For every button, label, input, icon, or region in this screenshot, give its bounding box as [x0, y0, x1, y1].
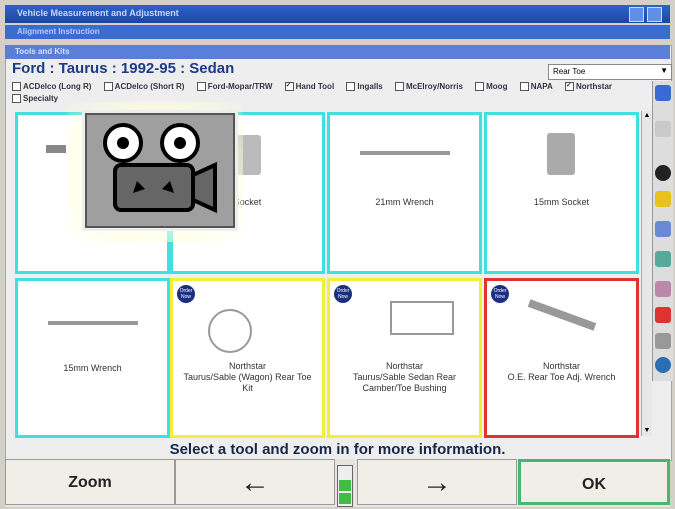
kit-image [208, 309, 252, 353]
tool-tile-5[interactable]: 15mm Wrench [15, 278, 170, 438]
tools-icon[interactable] [655, 333, 671, 349]
filter-ingalls[interactable]: Ingalls [346, 81, 383, 93]
filter-ford-mopar[interactable]: Ford-Mopar/TRW [196, 81, 272, 93]
checkbox[interactable] [12, 94, 21, 104]
tool-tile-6[interactable]: Order Now Northstar Taurus/Sable (Wagon)… [170, 278, 325, 438]
checkbox[interactable] [196, 82, 206, 92]
checkbox[interactable] [519, 82, 529, 92]
scroll-down-icon[interactable]: ▼ [642, 426, 652, 436]
globe-icon[interactable] [655, 357, 671, 373]
filter-hand-tool[interactable]: Hand Tool [284, 81, 334, 93]
vehicle-label: Ford : Taurus : 1992-95 : Sedan [12, 60, 235, 77]
bushing-image [390, 301, 454, 335]
checkbox[interactable] [12, 82, 21, 92]
tool-image [46, 145, 66, 153]
wrench-image [360, 151, 450, 155]
checkbox[interactable] [346, 82, 356, 92]
right-toolbar [652, 81, 673, 381]
section-title: Tools and Kits [15, 47, 70, 56]
tool-tile-7[interactable]: Order Now Northstar Taurus/Sable Sedan R… [327, 278, 482, 438]
view-select[interactable]: Rear Toe ▼ [548, 64, 672, 80]
scroll-up-icon[interactable]: ▲ [642, 111, 652, 121]
film-camera-icon [103, 123, 217, 214]
prev-button[interactable]: ← [175, 459, 335, 505]
report-icon[interactable] [655, 251, 671, 267]
gauge-icon[interactable] [655, 191, 671, 207]
help-icon[interactable] [655, 85, 671, 101]
ok-button[interactable]: OK [518, 459, 670, 505]
checkbox[interactable] [475, 82, 485, 92]
checkbox[interactable] [284, 82, 294, 92]
tool-tile-3[interactable]: 21mm Wrench [327, 112, 482, 274]
close-button[interactable] [647, 7, 662, 22]
tool-label: Northstar Taurus/Sable Sedan Rear Camber… [352, 361, 457, 393]
subtitle-text: Alignment Instruction [17, 27, 100, 36]
print-icon[interactable] [655, 281, 671, 297]
filter-acdelco-long[interactable]: ACDelco (Long R) [12, 81, 91, 93]
tool-label: Northstar O.E. Rear Toe Adj. Wrench [507, 361, 616, 382]
video-icon-frame [82, 110, 238, 231]
view-select-value: Rear Toe [553, 67, 586, 76]
next-button[interactable]: → [357, 459, 517, 505]
window-title: Vehicle Measurement and Adjustment [17, 8, 179, 18]
title-bar: Vehicle Measurement and Adjustment [5, 5, 670, 23]
socket-image [547, 133, 575, 175]
video-popup[interactable] [68, 102, 243, 242]
zoom-button[interactable]: Zoom [5, 459, 175, 505]
alert-icon[interactable] [655, 307, 671, 323]
section-header: Tools and Kits [5, 45, 670, 59]
tool-label: Northstar Taurus/Sable (Wagon) Rear Toe … [183, 361, 312, 393]
wrench-image [527, 299, 597, 331]
order-now-badge[interactable]: Order Now [491, 285, 509, 303]
filter-mcelroy[interactable]: McElroy/Norris [394, 81, 463, 93]
checkbox[interactable] [394, 82, 404, 92]
tool-label: 21mm Wrench [375, 197, 434, 207]
list-icon[interactable] [655, 121, 671, 137]
settings-icon[interactable] [655, 221, 671, 237]
order-now-badge[interactable]: Order Now [334, 285, 352, 303]
page-indicator [337, 465, 353, 507]
tool-tile-8[interactable]: Order Now Northstar O.E. Rear Toe Adj. W… [484, 278, 639, 438]
filter-northstar[interactable]: Northstar [565, 81, 612, 93]
wrench-image [48, 321, 138, 325]
filter-moog[interactable]: Moog [475, 81, 507, 93]
sub-title-bar: Alignment Instruction [5, 25, 670, 39]
order-now-badge[interactable]: Order Now [177, 285, 195, 303]
chevron-down-icon[interactable]: ▼ [660, 66, 668, 75]
tire-icon[interactable] [655, 165, 671, 181]
filter-specialty[interactable]: Specialty [12, 93, 58, 105]
tool-label: 15mm Socket [533, 197, 590, 207]
tool-tile-4[interactable]: 15mm Socket [484, 112, 639, 274]
filter-napa[interactable]: NAPA [519, 81, 553, 93]
tools-scrollbar[interactable]: ▲ ▼ [641, 111, 652, 436]
checkbox[interactable] [565, 82, 574, 92]
help-button[interactable] [629, 7, 644, 22]
checkbox[interactable] [103, 82, 113, 92]
filter-acdelco-short[interactable]: ACDelco (Short R) [103, 81, 184, 93]
tool-label: 15mm Wrench [63, 363, 122, 373]
instruction-text: Select a tool and zoom in for more infor… [169, 441, 506, 458]
